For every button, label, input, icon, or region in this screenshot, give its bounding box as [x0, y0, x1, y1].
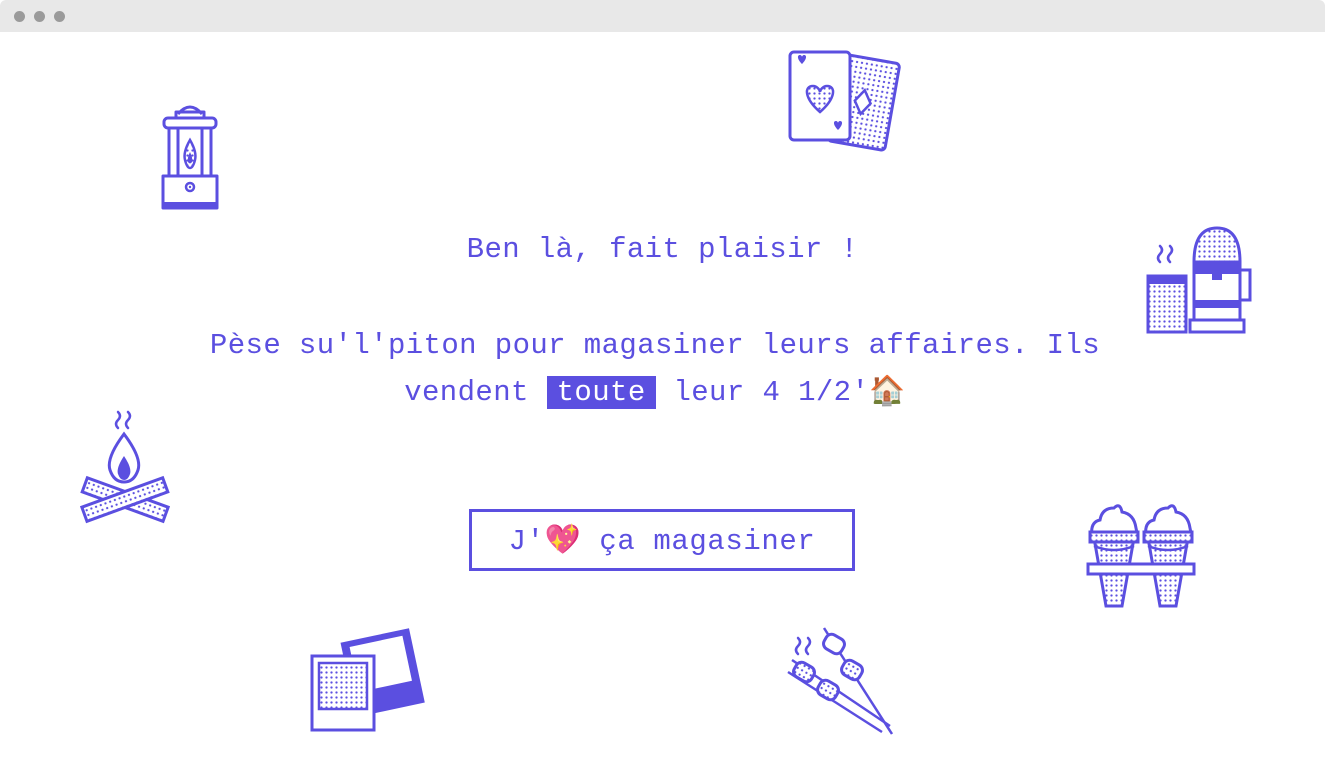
description-text-end: leur 4 1/2'🏠 [655, 376, 906, 409]
page-description: Pèse su'l'piton pour magasiner leurs aff… [160, 322, 1150, 416]
ice-cream-cones-icon [1086, 504, 1196, 608]
marshmallow-skewers-icon [787, 627, 894, 735]
window-titlebar [0, 0, 1325, 32]
page-content: Ben là, fait plaisir ! Pèse su'l'piton p… [0, 32, 1325, 773]
page-headline: Ben là, fait plaisir ! [466, 233, 859, 266]
shop-cta-button[interactable]: J'💖 ça magasiner [469, 509, 855, 571]
lantern-icon [161, 105, 219, 210]
close-window-dot[interactable] [14, 11, 25, 22]
campfire-icon [79, 410, 171, 524]
maximize-window-dot[interactable] [54, 11, 65, 22]
highlighted-word: toute [546, 376, 656, 409]
browser-window: Ben là, fait plaisir ! Pèse su'l'piton p… [0, 0, 1325, 773]
polaroid-photos-icon [310, 628, 425, 732]
minimize-window-dot[interactable] [34, 11, 45, 22]
playing-cards-icon [788, 50, 901, 152]
